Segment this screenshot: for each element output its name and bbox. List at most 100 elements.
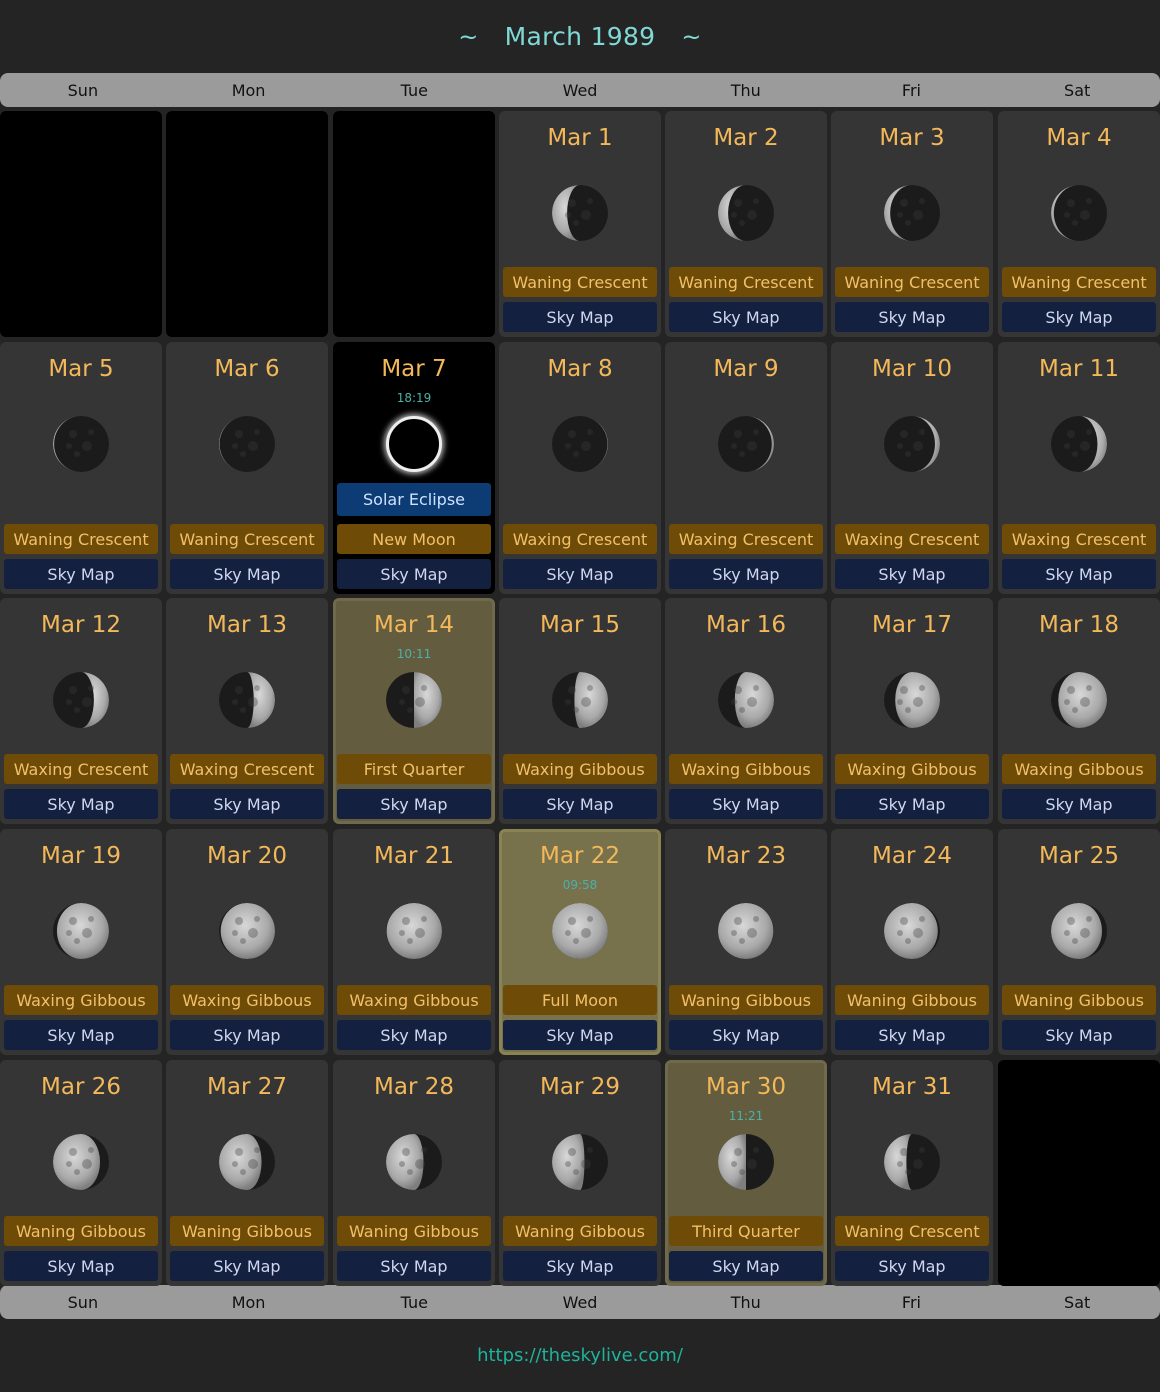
phase-time: 10:11 bbox=[396, 647, 432, 661]
sky-map-button[interactable]: Sky Map bbox=[4, 1020, 158, 1050]
phase-label[interactable]: Waxing Crescent bbox=[1002, 524, 1156, 554]
moon-phase-icon bbox=[1051, 672, 1107, 728]
day-cell: Mar 17 Waxing Gibbous Sky Map bbox=[831, 598, 993, 824]
phase-label[interactable]: Waning Gibbous bbox=[337, 1216, 491, 1246]
empty-day-cell bbox=[998, 1060, 1160, 1286]
phase-label[interactable]: Waning Gibbous bbox=[1002, 985, 1156, 1015]
phase-label[interactable]: Waning Crescent bbox=[170, 524, 324, 554]
sky-map-button[interactable]: Sky Map bbox=[170, 789, 324, 819]
day-date: Mar 19 bbox=[41, 843, 121, 869]
phase-label[interactable]: Waning Crescent bbox=[4, 524, 158, 554]
sky-map-button[interactable]: Sky Map bbox=[170, 1251, 324, 1281]
phase-label[interactable]: Waxing Gibbous bbox=[503, 754, 657, 784]
phase-label[interactable]: Waning Gibbous bbox=[4, 1216, 158, 1246]
moon-phase-icon bbox=[884, 185, 940, 241]
sky-map-button[interactable]: Sky Map bbox=[835, 1020, 989, 1050]
phase-label[interactable]: Full Moon bbox=[503, 985, 657, 1015]
sky-map-button[interactable]: Sky Map bbox=[835, 559, 989, 589]
phase-label[interactable]: Waxing Gibbous bbox=[170, 985, 324, 1015]
phase-label[interactable]: Waxing Gibbous bbox=[835, 754, 989, 784]
phase-label[interactable]: Waning Gibbous bbox=[170, 1216, 324, 1246]
phase-label[interactable]: Waxing Crescent bbox=[835, 524, 989, 554]
weekday-header-top: Sun Mon Tue Wed Thu Fri Sat bbox=[0, 73, 1160, 107]
sky-map-button[interactable]: Sky Map bbox=[337, 1020, 491, 1050]
sky-map-button[interactable]: Sky Map bbox=[503, 1020, 657, 1050]
sky-map-button[interactable]: Sky Map bbox=[4, 1251, 158, 1281]
day-cell: Mar 11 Waxing Crescent Sky Map bbox=[998, 342, 1160, 594]
phase-label[interactable]: Waxing Gibbous bbox=[4, 985, 158, 1015]
phase-label[interactable]: Waxing Gibbous bbox=[337, 985, 491, 1015]
day-date: Mar 2 bbox=[713, 125, 779, 151]
sky-map-button[interactable]: Sky Map bbox=[337, 559, 491, 589]
day-date: Mar 9 bbox=[713, 356, 779, 382]
phase-label[interactable]: Waning Gibbous bbox=[503, 1216, 657, 1246]
day-cell: Mar 21 Waxing Gibbous Sky Map bbox=[333, 829, 495, 1055]
phase-label[interactable]: Waxing Gibbous bbox=[669, 754, 823, 784]
phase-label[interactable]: Waning Crescent bbox=[1002, 267, 1156, 297]
phase-label[interactable]: Waning Crescent bbox=[835, 267, 989, 297]
sky-map-button[interactable]: Sky Map bbox=[1002, 789, 1156, 819]
sky-map-button[interactable]: Sky Map bbox=[503, 1251, 657, 1281]
day-date: Mar 24 bbox=[872, 843, 952, 869]
weekday-label: Fri bbox=[901, 80, 921, 100]
weekday-label: Tue bbox=[400, 80, 428, 100]
moon-phase-icon bbox=[219, 903, 275, 959]
day-date: Mar 14 bbox=[374, 612, 454, 638]
footer-link[interactable]: https://theskylive.com/ bbox=[477, 1345, 683, 1366]
phase-time: 18:19 bbox=[396, 391, 432, 405]
phase-label[interactable]: Waxing Crescent bbox=[669, 524, 823, 554]
day-cell: Mar 20 Waxing Gibbous Sky Map bbox=[166, 829, 328, 1055]
sky-map-button[interactable]: Sky Map bbox=[170, 1020, 324, 1050]
moon-phase-icon bbox=[386, 1134, 442, 1190]
day-date: Mar 11 bbox=[1039, 356, 1119, 382]
phase-label[interactable]: First Quarter bbox=[337, 754, 491, 784]
phase-label[interactable]: Waxing Crescent bbox=[170, 754, 324, 784]
phase-label[interactable]: Waning Crescent bbox=[669, 267, 823, 297]
day-cell: Mar 13 Waxing Crescent Sky Map bbox=[166, 598, 328, 824]
day-date: Mar 8 bbox=[547, 356, 613, 382]
day-date: Mar 6 bbox=[214, 356, 280, 382]
sky-map-button[interactable]: Sky Map bbox=[503, 789, 657, 819]
moon-phase-icon bbox=[1051, 416, 1107, 472]
sky-map-button[interactable]: Sky Map bbox=[4, 789, 158, 819]
sky-map-button[interactable]: Sky Map bbox=[337, 1251, 491, 1281]
day-cell: Mar 31 Waning Crescent Sky Map bbox=[831, 1060, 993, 1286]
sky-map-button[interactable]: Sky Map bbox=[1002, 302, 1156, 332]
sky-map-button[interactable]: Sky Map bbox=[669, 302, 823, 332]
sky-map-button[interactable]: Sky Map bbox=[835, 302, 989, 332]
phase-label[interactable]: Waxing Gibbous bbox=[1002, 754, 1156, 784]
phase-label[interactable]: Waning Crescent bbox=[503, 267, 657, 297]
day-date: Mar 23 bbox=[706, 843, 786, 869]
sky-map-button[interactable]: Sky Map bbox=[669, 559, 823, 589]
sky-map-button[interactable]: Sky Map bbox=[503, 302, 657, 332]
day-date: Mar 1 bbox=[547, 125, 613, 151]
sky-map-button[interactable]: Sky Map bbox=[1002, 559, 1156, 589]
day-cell: Mar 10 Waxing Crescent Sky Map bbox=[831, 342, 993, 594]
weekday-label: Wed bbox=[562, 1292, 598, 1312]
phase-label[interactable]: Waning Crescent bbox=[835, 1216, 989, 1246]
sky-map-button[interactable]: Sky Map bbox=[1002, 1020, 1156, 1050]
phase-label[interactable]: Waning Gibbous bbox=[669, 985, 823, 1015]
phase-label[interactable]: Third Quarter bbox=[669, 1216, 823, 1246]
sky-map-button[interactable]: Sky Map bbox=[669, 789, 823, 819]
phase-label[interactable]: Waning Gibbous bbox=[835, 985, 989, 1015]
sky-map-button[interactable]: Sky Map bbox=[835, 1251, 989, 1281]
sky-map-button[interactable]: Sky Map bbox=[170, 559, 324, 589]
solar-eclipse-button[interactable]: Solar Eclipse bbox=[337, 483, 491, 516]
day-date: Mar 20 bbox=[207, 843, 287, 869]
sky-map-button[interactable]: Sky Map bbox=[669, 1251, 823, 1281]
phase-label[interactable]: Waxing Crescent bbox=[4, 754, 158, 784]
weekday-label: Sat bbox=[1064, 80, 1091, 100]
day-date: Mar 10 bbox=[872, 356, 952, 382]
sky-map-button[interactable]: Sky Map bbox=[669, 1020, 823, 1050]
weekday-label: Wed bbox=[562, 80, 598, 100]
sky-map-button[interactable]: Sky Map bbox=[835, 789, 989, 819]
phase-label[interactable]: Waxing Crescent bbox=[503, 524, 657, 554]
phase-label[interactable]: New Moon bbox=[337, 524, 491, 554]
sky-map-button[interactable]: Sky Map bbox=[4, 559, 158, 589]
sky-map-button[interactable]: Sky Map bbox=[337, 789, 491, 819]
day-date: Mar 5 bbox=[48, 356, 114, 382]
moon-phase-icon bbox=[53, 1134, 109, 1190]
moon-phase-icon bbox=[884, 672, 940, 728]
sky-map-button[interactable]: Sky Map bbox=[503, 559, 657, 589]
